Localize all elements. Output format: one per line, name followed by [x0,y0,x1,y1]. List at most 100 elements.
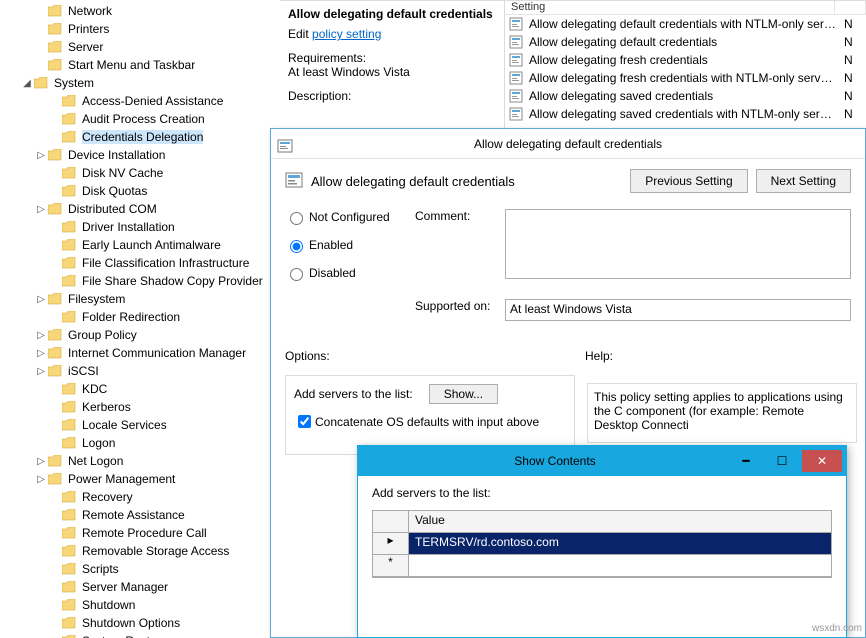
value-grid[interactable]: Value ▸ TERMSRV/rd.contoso.com * [372,510,832,578]
tree-item[interactable]: Logon [0,434,280,452]
tree-item[interactable]: Credentials Delegation [0,128,280,146]
tree-label: File Share Shadow Copy Provider [82,274,263,288]
tree-item[interactable]: Shutdown Options [0,614,280,632]
maximize-button[interactable]: ☐ [766,450,798,472]
folder-tree[interactable]: NetworkPrinters Server Start Menu and Task… [0,0,280,638]
tree-item[interactable]: ▷Filesystem [0,290,280,308]
expand-toggle-icon[interactable]: ▷ [34,366,48,377]
tree-item[interactable]: Network [0,2,280,20]
previous-setting-button[interactable]: Previous Setting [630,169,747,193]
expand-toggle-icon[interactable]: ▷ [34,330,48,341]
expand-toggle-icon[interactable]: ▷ [34,456,48,467]
tree-item[interactable]: System Restore [0,632,280,638]
radio-enabled[interactable]: Enabled [285,237,415,253]
tree-item[interactable]: Printers [0,20,280,38]
tree-item[interactable]: ▷ Distributed COM [0,200,280,218]
folder-icon [62,274,78,288]
grid-row-new[interactable]: * [373,555,831,577]
tree-item[interactable]: KDC [0,380,280,398]
tree-item[interactable]: ◢System [0,74,280,92]
col-value[interactable]: Value [409,511,831,532]
folder-icon [48,148,64,162]
list-item-label: Allow delegating saved credentials [525,89,840,103]
radio-enabled-input[interactable] [290,240,303,253]
tree-item[interactable]: Shutdown [0,596,280,614]
expand-toggle-icon[interactable]: ▷ [34,348,48,359]
tree-item[interactable]: Audit Process Creation [0,110,280,128]
tree-label: Distributed COM [68,202,157,216]
help-frame[interactable]: This policy setting applies to applicati… [587,383,857,443]
list-item[interactable]: Allow delegating saved credentials with … [505,105,866,123]
tree-item[interactable]: ▷Group Policy [0,326,280,344]
dialog-title: Allow delegating default credentials [474,137,662,151]
policy-title: Allow delegating default credentials [288,7,496,21]
show-button[interactable]: Show... [429,384,498,404]
tree-item[interactable]: Kerberos [0,398,280,416]
tree-item[interactable]: Locale Services [0,416,280,434]
new-row-value[interactable] [409,555,831,577]
tree-item[interactable]: Server Manager [0,578,280,596]
tree-label: Remote Assistance [82,508,185,522]
radio-not-configured[interactable]: Not Configured [285,209,415,225]
grid-row-selected[interactable]: ▸ TERMSRV/rd.contoso.com [373,533,831,555]
list-item[interactable]: Allow delegating saved credentialsN [505,87,866,105]
tree-item[interactable]: ▷Internet Communication Manager [0,344,280,362]
tree-label: Scripts [82,562,119,576]
tree-item[interactable]: Remote Assistance [0,506,280,524]
policy-setting-link[interactable]: policy setting [312,27,381,41]
tree-item[interactable]: Disk NV Cache [0,164,280,182]
tree-label: Removable Storage Access [82,544,229,558]
concatenate-checkbox-input[interactable] [298,415,311,428]
tree-item[interactable]: ▷iSCSI [0,362,280,380]
expand-toggle-icon[interactable]: ◢ [20,78,34,89]
folder-icon [62,400,78,414]
radio-disabled[interactable]: Disabled [285,265,415,281]
next-setting-button[interactable]: Next Setting [756,169,851,193]
tree-item[interactable]: Server [0,38,280,56]
tree-item[interactable]: Remote Procedure Call [0,524,280,542]
tree-item[interactable]: Start Menu and Taskbar [0,56,280,74]
tree-item[interactable]: Access-Denied Assistance [0,92,280,110]
concatenate-checkbox[interactable]: Concatenate OS defaults with input above [294,412,566,431]
row-value[interactable]: TERMSRV/rd.contoso.com [409,533,831,555]
close-button[interactable]: ✕ [802,450,842,472]
list-item[interactable]: Allow delegating default credentialsN [505,33,866,51]
col-state[interactable] [835,1,866,14]
radio-disabled-input[interactable] [290,268,303,281]
show-contents-titlebar[interactable]: Show Contents ━ ☐ ✕ [358,446,846,476]
edit-line: Edit policy setting [288,27,496,41]
tree-item[interactable]: ▷Device Installation [0,146,280,164]
tree-item[interactable]: File Share Shadow Copy Provider [0,272,280,290]
tree-item[interactable]: Folder Redirection [0,308,280,326]
list-item[interactable]: Allow delegating fresh credentialsN [505,51,866,69]
tree-label: Power Management [68,472,175,486]
tree-item[interactable]: Disk Quotas [0,182,280,200]
expand-toggle-icon[interactable]: ▷ [34,474,48,485]
list-item-state: N [840,17,857,31]
tree-item[interactable]: File Classification Infrastructure [0,254,280,272]
tree-item[interactable]: ▷ Power Management [0,470,280,488]
requirements-label: Requirements: [288,51,496,65]
list-item[interactable]: Allow delegating default credentials wit… [505,15,866,33]
tree-item[interactable]: ▷Net Logon [0,452,280,470]
col-setting[interactable]: Setting [505,1,835,14]
expand-toggle-icon[interactable]: ▷ [34,294,48,305]
dialog-titlebar[interactable]: Allow delegating default credentials [271,129,865,159]
tree-label: Disk NV Cache [82,166,163,180]
comment-box[interactable] [505,209,851,279]
radio-not-configured-input[interactable] [290,212,303,225]
tree-item[interactable]: Driver Installation [0,218,280,236]
tree-item[interactable]: Scripts [0,560,280,578]
tree-item[interactable]: Early Launch Antimalware [0,236,280,254]
settings-list[interactable]: Setting Allow delegating default credent… [505,0,866,130]
tree-item[interactable]: Recovery [0,488,280,506]
list-item-state: N [840,71,857,85]
folder-icon [62,130,78,144]
tree-label: Server [68,40,103,54]
expand-toggle-icon[interactable]: ▷ [34,204,48,215]
show-contents-dialog: Show Contents ━ ☐ ✕ Add servers to the l… [357,445,847,638]
list-item[interactable]: Allow delegating fresh credentials with … [505,69,866,87]
minimize-button[interactable]: ━ [730,450,762,472]
expand-toggle-icon[interactable]: ▷ [34,150,48,161]
tree-item[interactable]: Removable Storage Access [0,542,280,560]
